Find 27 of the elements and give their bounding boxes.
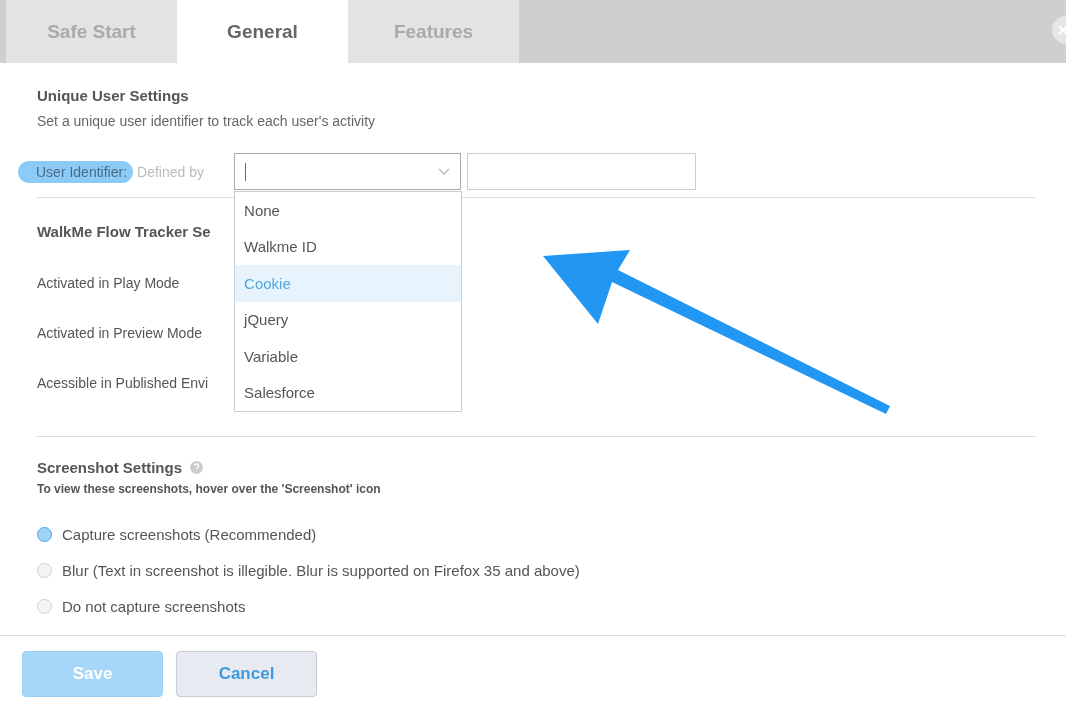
dropdown-option[interactable]: Salesforce	[235, 374, 462, 411]
radio-button[interactable]	[37, 599, 52, 614]
section-description: Set a unique user identifier to track each user's activity	[37, 113, 377, 129]
radio-label: Do not capture screenshots	[62, 598, 246, 615]
dropdown-option[interactable]: None	[235, 192, 462, 229]
identifier-input[interactable]	[467, 153, 697, 190]
radio-button[interactable]	[37, 527, 52, 542]
dropdown-option[interactable]: jQuery	[235, 301, 462, 338]
dropdown-option[interactable]: Walkme ID	[235, 228, 462, 265]
radio-button[interactable]	[37, 563, 52, 578]
text-cursor	[245, 162, 247, 181]
section-hint: To view these screenshots, hover over the 'Screenshot' icon	[37, 482, 382, 496]
dropdown-option[interactable]: Variable	[235, 338, 462, 375]
tab[interactable]: General	[177, 0, 348, 63]
section-title: WalkMe Flow Tracker Se	[37, 223, 211, 240]
setting-label: Acessible in Published Envi	[37, 375, 209, 391]
user-identifier-label: User Identifier:	[18, 160, 134, 183]
identifier-select[interactable]	[234, 153, 462, 190]
chevron-down-icon	[438, 167, 451, 176]
section-title: Screenshot Settings	[37, 459, 183, 476]
setting-label: Activated in Play Mode	[37, 275, 180, 291]
radio-label: Blur (Text in screenshot is illegible. Blur is supported on Firefox 35 and above)	[62, 562, 580, 579]
setting-label: Activated in Preview Mode	[37, 325, 202, 341]
help-icon[interactable]	[190, 461, 204, 474]
section-title: Unique User Settings	[37, 87, 189, 104]
defined-by-label: Defined by	[137, 163, 205, 180]
radio-label: Capture screenshots (Recommended)	[62, 526, 317, 543]
